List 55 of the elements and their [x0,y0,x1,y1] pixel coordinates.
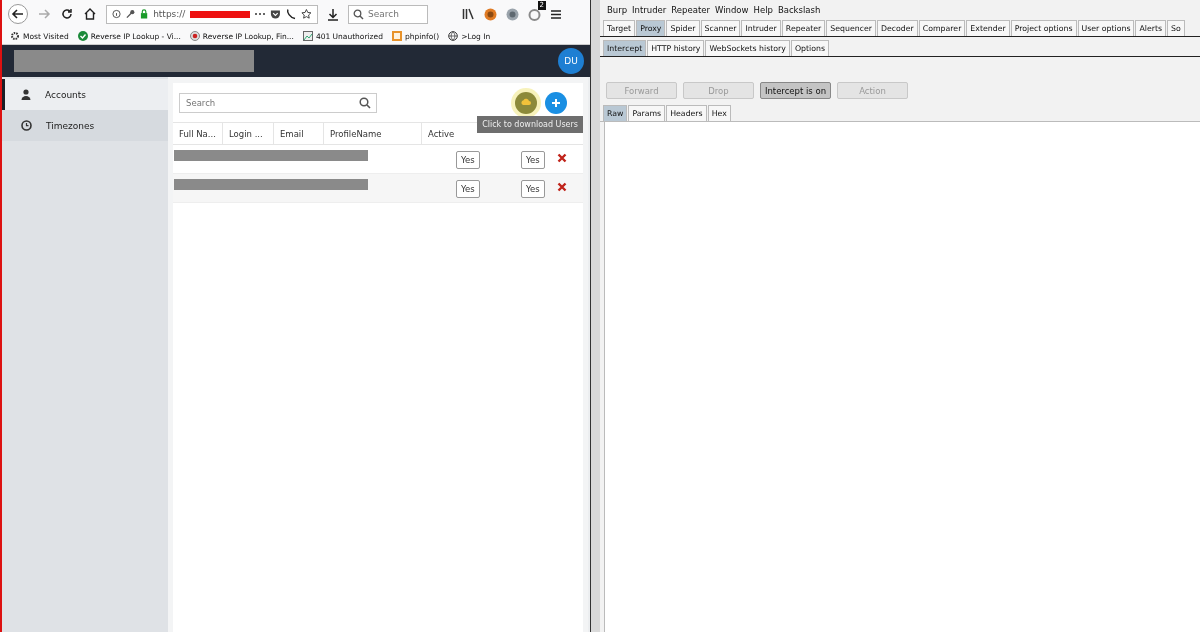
column-header[interactable]: ProfileName [324,123,422,144]
key-icon[interactable] [126,9,136,19]
home-icon[interactable] [83,7,97,21]
image-icon [302,31,313,41]
user-icon [21,89,31,100]
menu-item[interactable]: Backslash [777,5,821,15]
back-arrow-icon [11,7,25,21]
library-icon[interactable] [462,8,475,20]
bracket-icon [391,31,402,41]
clock-icon [21,120,32,131]
toolbar-button[interactable]: Intercept is on [760,82,831,99]
extension-icon[interactable] [528,7,541,21]
tooltip: Click to download Users [477,116,583,133]
column-header[interactable]: Login ... [223,123,274,144]
yes-button[interactable]: Yes [521,151,545,169]
delete-icon[interactable] [557,182,567,192]
reload-icon[interactable] [60,7,74,21]
sidebar-item[interactable]: Timezones [2,110,168,141]
download-button[interactable] [515,92,537,114]
search-icon [359,96,371,109]
user-avatar[interactable]: DU [558,48,584,74]
active-button[interactable]: Yes [456,151,480,169]
pocket-icon[interactable] [270,8,282,20]
column-header[interactable]: Email [274,123,324,144]
address-bar[interactable]: https:// [106,4,318,24]
search-field[interactable]: Search [348,4,428,24]
info-icon[interactable] [112,9,121,19]
menu-item[interactable]: Intruder [632,5,667,15]
menu-icon[interactable] [550,8,562,20]
menu-item[interactable]: Window [715,5,749,15]
plus-icon [551,98,561,108]
download-icon[interactable] [327,7,339,21]
target-icon [189,31,200,41]
delete-icon[interactable] [557,153,567,163]
sidebar-item[interactable]: Accounts [2,79,168,110]
gear-icon [10,31,20,41]
column-header[interactable]: Full Na... [173,123,223,144]
cloud-icon [521,98,531,108]
phone-icon[interactable] [286,8,297,20]
lock-icon[interactable] [140,9,149,19]
search-field[interactable]: Search [179,92,377,113]
globe-icon [448,31,459,41]
url-text: https:// [153,9,186,19]
redaction-bar [190,10,250,18]
yes-button[interactable]: Yes [521,180,545,198]
menu-item[interactable]: Repeater [671,5,710,15]
add-button[interactable] [545,92,567,114]
menu-item[interactable]: Burp [607,5,628,15]
menu-item[interactable]: Help [753,5,773,15]
extension-icon[interactable] [484,7,497,21]
check-icon [77,31,88,41]
star-icon[interactable] [301,8,312,20]
back-button[interactable] [8,4,28,24]
active-button[interactable]: Yes [456,180,480,198]
search-icon [353,8,364,20]
